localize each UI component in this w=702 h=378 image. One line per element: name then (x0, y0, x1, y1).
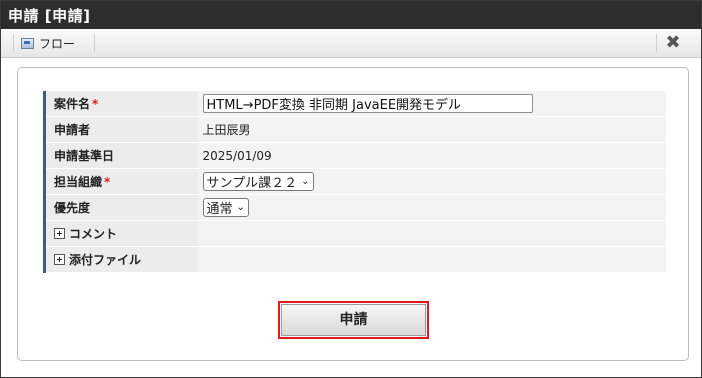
plus-icon (54, 228, 65, 239)
attachment-expander[interactable]: 添付ファイル (54, 251, 141, 268)
plus-icon (54, 254, 65, 265)
form-row-attachment: 添付ファイル (43, 246, 666, 273)
close-icon[interactable]: ✖ (663, 32, 683, 54)
form-row-comment: コメント (43, 220, 666, 247)
base-date-label: 申請基準日 (43, 142, 198, 169)
flow-label: フロー (39, 36, 76, 51)
toolbar: フロー ✖ (1, 29, 701, 58)
comment-expander[interactable]: コメント (54, 225, 117, 242)
chevron-down-icon: ⌄ (236, 202, 245, 213)
applicant-value: 上田辰男 (197, 116, 666, 143)
organization-label: 担当組織 * (43, 168, 198, 195)
form-row-applicant: 申請者 上田辰男 (43, 116, 666, 143)
form-row-subject: 案件名 * (43, 91, 666, 117)
flow-icon (21, 37, 34, 49)
subject-input[interactable] (202, 94, 533, 113)
organization-select[interactable]: サンプル課２２ ⌄ (202, 172, 314, 191)
required-mark: * (92, 97, 99, 111)
toolbar-divider (94, 34, 95, 52)
form-row-organization: 担当組織 * サンプル課２２ ⌄ (43, 168, 666, 195)
attachment-label: 添付ファイル (69, 253, 142, 267)
toolbar-divider (13, 34, 14, 52)
form-row-base-date: 申請基準日 2025/01/09 (43, 142, 666, 169)
required-mark: * (104, 175, 111, 189)
title-bar: 申請 [申請] (1, 1, 701, 29)
dialog-window: 申請 [申請] フロー ✖ 案件名* 申請者 上田辰男 申請基準日 2 (0, 0, 702, 378)
base-date-value: 2025/01/09 (197, 142, 666, 169)
toolbar-divider (656, 34, 657, 52)
form-panel: 案件名* 申請者 上田辰男 申請基準日 2025/01/09 担当組織* サンプ… (17, 67, 689, 361)
apply-button[interactable]: 申請 (281, 304, 426, 336)
priority-label: 優先度 (43, 194, 198, 221)
flow-button[interactable]: フロー (21, 33, 75, 53)
dialog-title: 申請 [申請] (8, 7, 91, 25)
priority-select[interactable]: 通常 ⌄ (202, 198, 249, 217)
subject-label: 案件名 * (43, 91, 198, 117)
chevron-down-icon: ⌄ (301, 176, 310, 187)
application-form: 案件名* 申請者 上田辰男 申請基準日 2025/01/09 担当組織* サンプ… (43, 91, 666, 273)
form-row-priority: 優先度 通常 ⌄ (43, 194, 666, 221)
applicant-label: 申請者 (43, 116, 198, 143)
comment-label: コメント (69, 227, 118, 241)
